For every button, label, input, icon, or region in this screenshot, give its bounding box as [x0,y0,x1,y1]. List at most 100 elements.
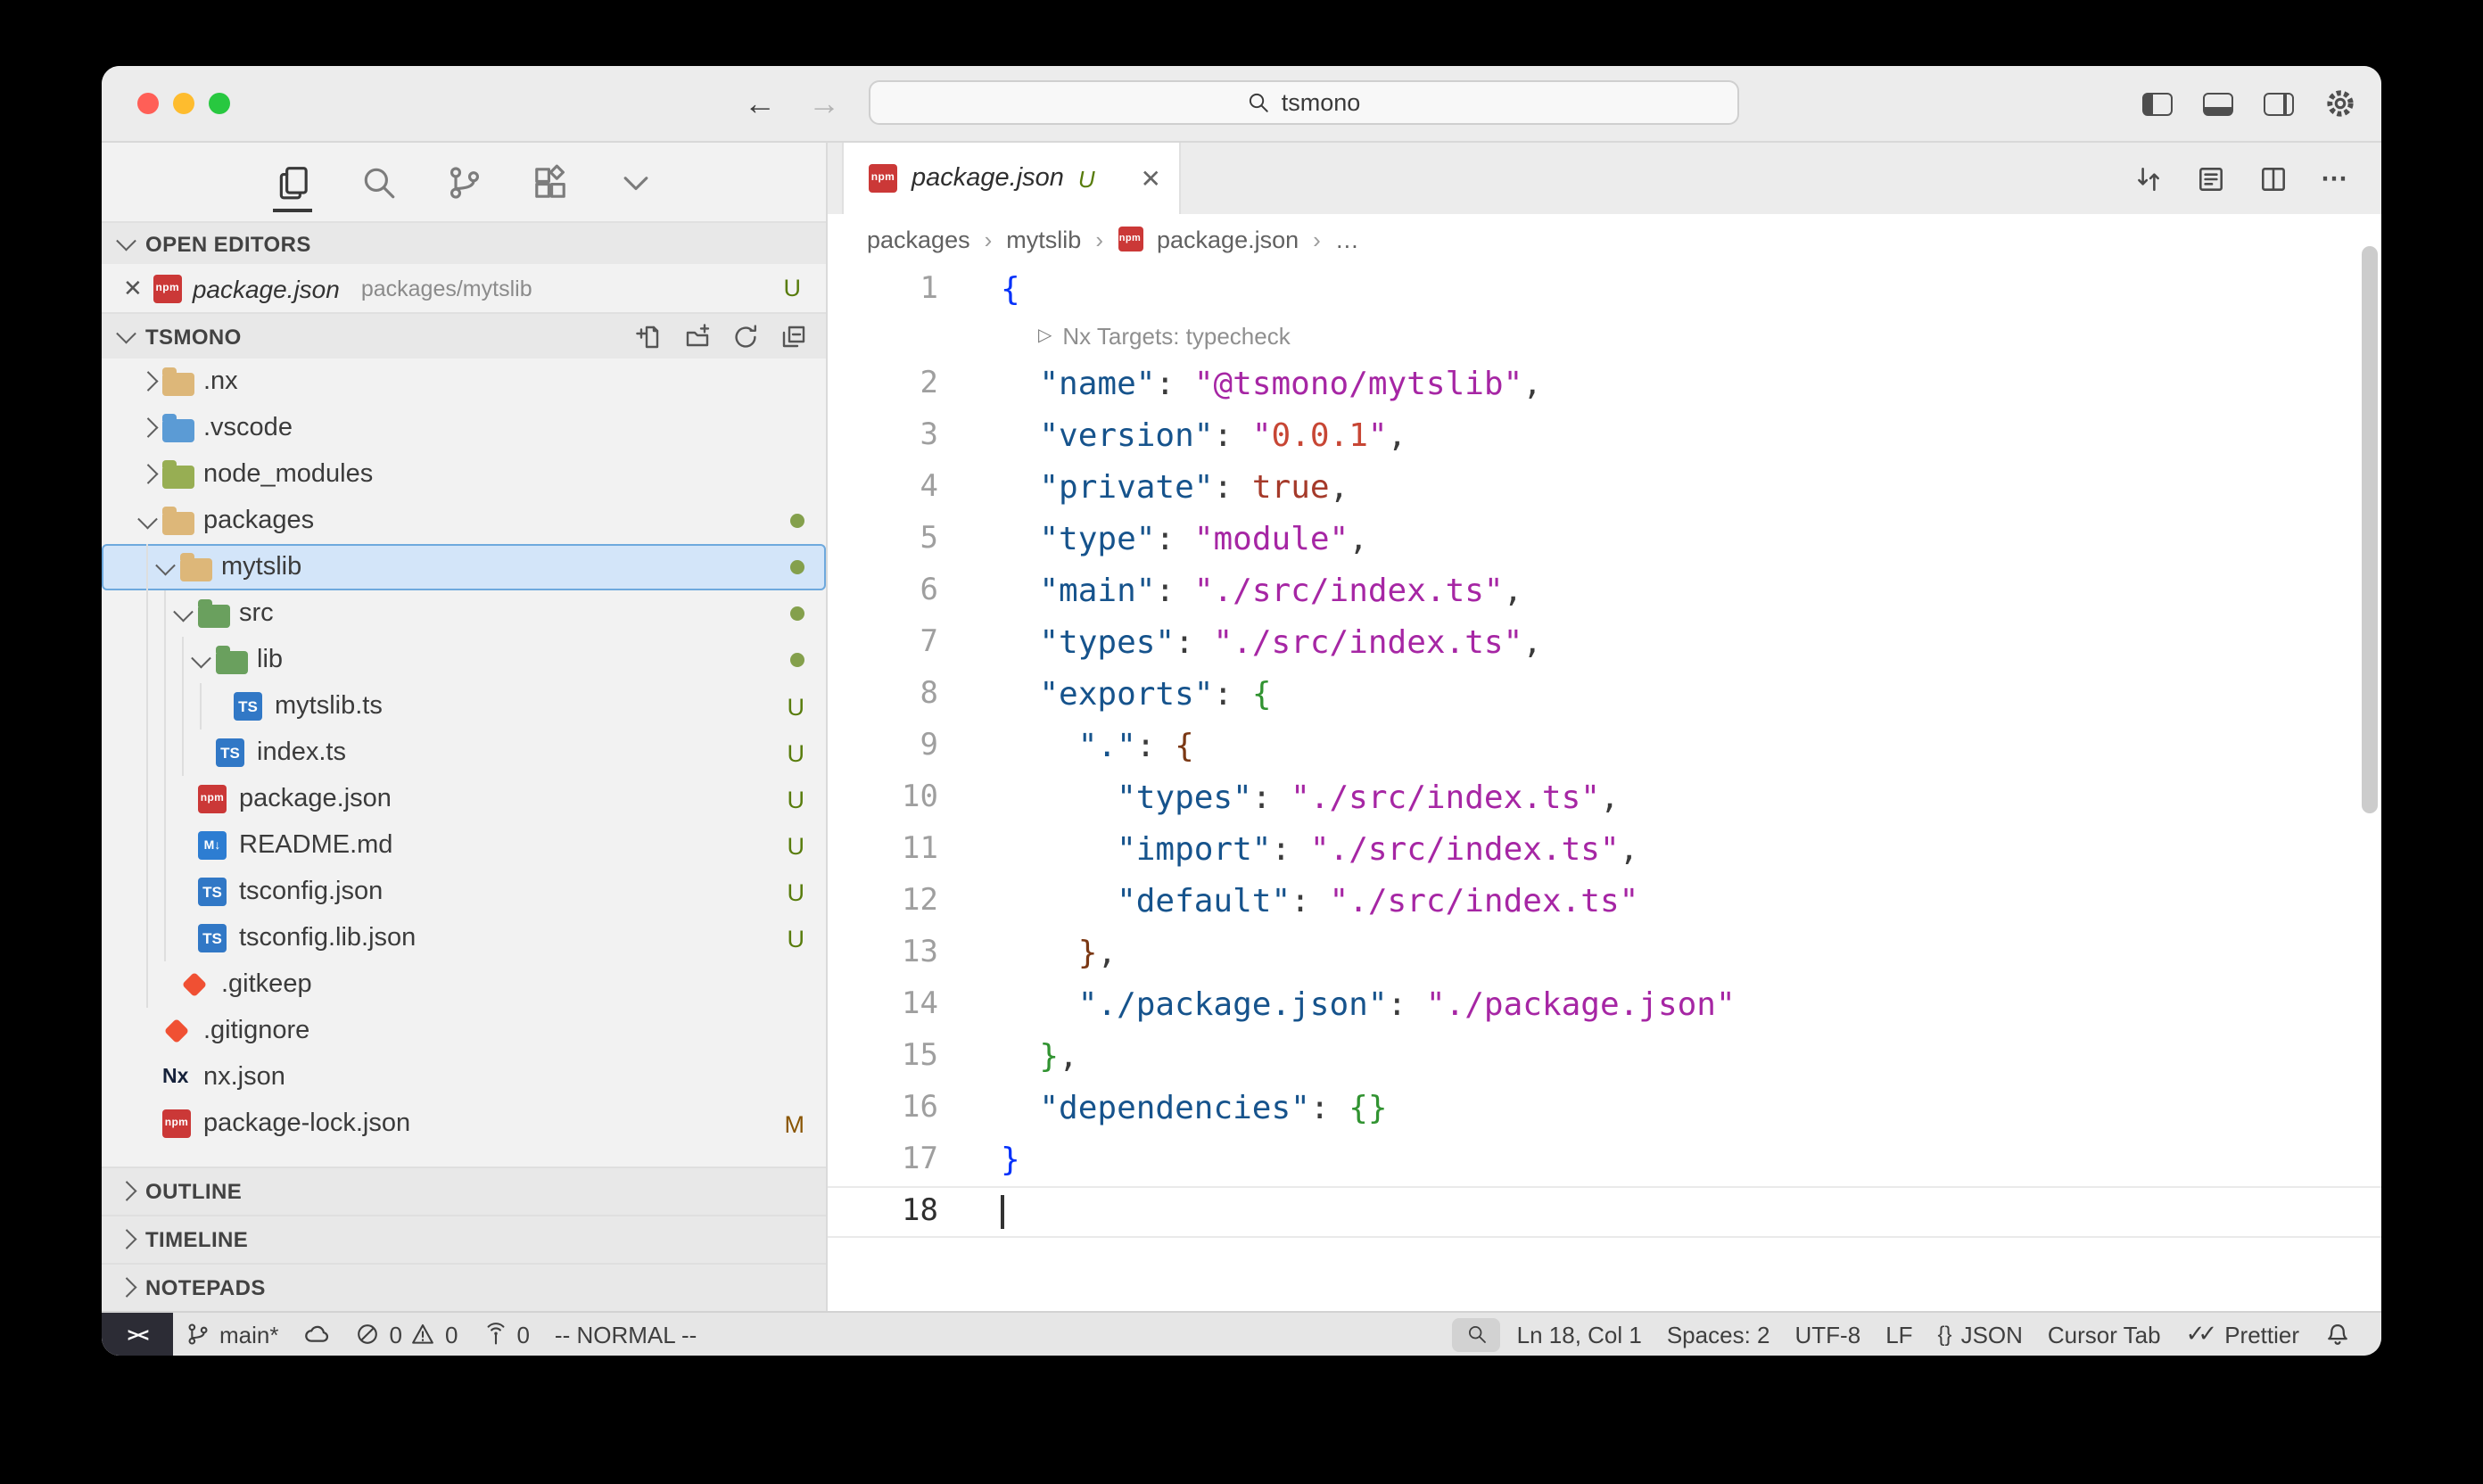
code-line-13[interactable]: 13 }, [828,928,2381,979]
chevron-right-icon[interactable] [134,375,162,389]
back-button[interactable]: ← [744,85,776,122]
ports-item[interactable]: 0 [470,1313,541,1356]
sidebar-section-notepads[interactable]: NOTEPADS [102,1263,826,1311]
tab-package-json[interactable]: npm package.json U ✕ [842,143,1181,214]
zoom-indicator[interactable] [1453,1317,1501,1351]
problems-item[interactable]: 0 0 [343,1313,471,1356]
indentation-setting[interactable]: Spaces: 2 [1654,1313,1783,1356]
encoding-setting[interactable]: UTF-8 [1783,1313,1874,1356]
codelens-nx-targets[interactable]: ▷Nx Targets: typecheck [828,316,2381,359]
tree-item-.nx[interactable]: .nx [102,359,826,405]
extensions-icon[interactable] [528,157,571,207]
code-line-16[interactable]: 16 "dependencies": {} [828,1083,2381,1134]
tree-item-mytslib[interactable]: mytslib [102,544,826,590]
indent-guide [164,637,166,683]
tree-item-index.ts[interactable]: TSindex.tsU [102,730,826,776]
new-file-icon[interactable] [635,322,664,350]
chevron-right-icon [117,1230,136,1249]
search-icon[interactable] [357,157,400,207]
code-line-6[interactable]: 6 "main": "./src/index.ts", [828,565,2381,617]
tree-item-src[interactable]: src [102,590,826,637]
refresh-icon[interactable] [731,322,760,350]
breadcrumb-item-packages[interactable]: packages [867,226,970,252]
split-editor-icon[interactable] [2258,163,2289,194]
tree-item-tsconfig.json[interactable]: TStsconfig.jsonU [102,869,826,915]
code-line-2[interactable]: 2 "name": "@tsmono/mytslib", [828,359,2381,410]
formatter-item[interactable]: ✓✓ Prettier [2174,1313,2312,1356]
tree-item-.gitkeep[interactable]: .gitkeep [102,961,826,1008]
tree-item-node_modules[interactable]: node_modules [102,451,826,498]
more-actions-icon[interactable]: ⋯ [2321,162,2349,194]
code-line-14[interactable]: 14 "./package.json": "./package.json" [828,979,2381,1031]
explorer-icon[interactable] [271,157,314,207]
line-number: 10 [828,772,938,824]
code-line-18[interactable]: 18 [828,1186,2381,1238]
toggle-panel-icon[interactable] [2203,92,2233,115]
tree-item-package.json[interactable]: npmpackage.jsonU [102,776,826,822]
code-editor[interactable]: 1{▷Nx Targets: typecheck2 "name": "@tsmo… [828,264,2381,1311]
publish-changes-button[interactable] [292,1313,343,1356]
open-preview-icon[interactable] [2196,163,2226,194]
settings-gear-icon[interactable] [2324,87,2356,120]
chevron-right-icon[interactable] [134,422,162,435]
open-changes-icon[interactable] [2133,163,2164,194]
sidebar-section-outline[interactable]: OUTLINE [102,1167,826,1215]
code-line-7[interactable]: 7 "types": "./src/index.ts", [828,617,2381,669]
forward-button[interactable]: → [808,85,840,122]
more-views-chevron-icon[interactable] [614,157,656,207]
editor-scrollbar[interactable] [2362,246,2378,813]
tree-item-.vscode[interactable]: .vscode [102,405,826,451]
chevron-down-icon[interactable] [187,656,216,664]
git-branch-item[interactable]: main* [173,1313,292,1356]
tree-item-.gitignore[interactable]: .gitignore [102,1008,826,1054]
cursor-tab-toggle[interactable]: Cursor Tab [2035,1313,2174,1356]
eol-setting[interactable]: LF [1873,1313,1925,1356]
code-line-5[interactable]: 5 "type": "module", [828,514,2381,565]
code-line-8[interactable]: 8 "exports": { [828,669,2381,721]
tree-item-tsconfig.lib.json[interactable]: TStsconfig.lib.jsonU [102,915,826,961]
zoom-window-button[interactable] [209,93,230,114]
close-window-button[interactable] [137,93,159,114]
open-editors-header[interactable]: OPEN EDITORS [102,221,826,264]
code-line-1[interactable]: 1{ [828,264,2381,316]
code-line-12[interactable]: 12 "default": "./src/index.ts" [828,876,2381,928]
close-tab-icon[interactable]: ✕ [1141,163,1161,194]
breadcrumb-item-file[interactable]: package.json [1157,226,1299,252]
chevron-right-icon[interactable] [134,468,162,482]
sidebar-section-timeline[interactable]: TIMELINE [102,1215,826,1263]
tree-item-mytslib.ts[interactable]: TSmytslib.tsU [102,683,826,730]
chevron-down-icon[interactable] [152,564,180,572]
toggle-primary-sidebar-icon[interactable] [2142,92,2173,115]
chevron-down-icon[interactable] [134,517,162,525]
code-line-3[interactable]: 3 "version": "0.0.1", [828,410,2381,462]
tree-item-label: packages [203,507,314,535]
language-mode[interactable]: {} JSON [1926,1313,2035,1356]
tree-item-README.md[interactable]: M↓README.mdU [102,822,826,869]
command-center-search[interactable]: tsmono [869,80,1739,125]
notifications-bell[interactable] [2312,1313,2363,1356]
minimize-window-button[interactable] [173,93,194,114]
open-editor-item[interactable]: ✕ npm package.json packages/mytslib U [102,264,826,312]
close-icon[interactable]: ✕ [123,274,143,302]
tree-item-lib[interactable]: lib [102,637,826,683]
source-control-icon[interactable] [442,157,485,207]
collapse-all-icon[interactable] [780,322,808,350]
breadcrumb-item-symbol[interactable]: … [1335,226,1359,252]
code-line-15[interactable]: 15 }, [828,1031,2381,1083]
chevron-down-icon[interactable] [169,610,198,618]
remote-indicator[interactable]: >< [102,1313,173,1356]
code-line-4[interactable]: 4 "private": true, [828,462,2381,514]
tree-item-package-lock.json[interactable]: npmpackage-lock.jsonM [102,1101,826,1147]
code-line-9[interactable]: 9 ".": { [828,721,2381,772]
toggle-secondary-sidebar-icon[interactable] [2264,92,2294,115]
tree-item-nx.json[interactable]: Nxnx.json [102,1054,826,1101]
workspace-header[interactable]: TSMONO [102,312,826,359]
tree-item-packages[interactable]: packages [102,498,826,544]
cursor-position[interactable]: Ln 18, Col 1 [1505,1313,1654,1356]
code-line-11[interactable]: 11 "import": "./src/index.ts", [828,824,2381,876]
breadcrumb-item-mytslib[interactable]: mytslib [1006,226,1081,252]
new-folder-icon[interactable] [683,322,712,350]
indent-guide [182,683,184,730]
code-line-10[interactable]: 10 "types": "./src/index.ts", [828,772,2381,824]
code-line-17[interactable]: 17} [828,1134,2381,1186]
